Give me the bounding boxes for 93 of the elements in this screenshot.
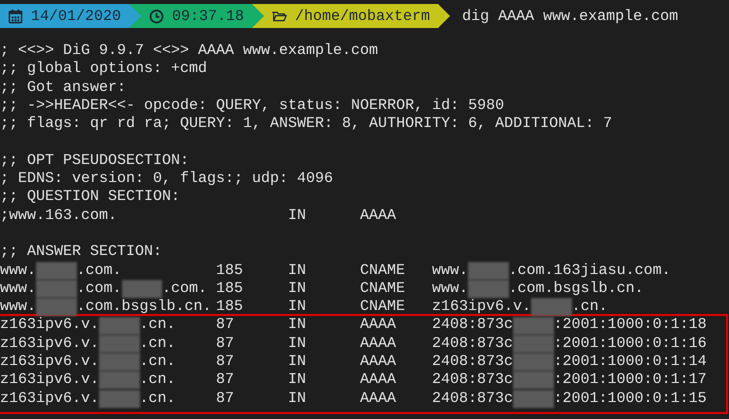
record-data: :2001:1000:0:1:18: [554, 316, 707, 335]
redaction-blur: [36, 280, 77, 298]
record-name: .cn.: [140, 353, 176, 372]
record-name: .com.bsgslb.cn.: [76, 298, 212, 316]
record-class: IN: [288, 316, 308, 335]
record-data: www.: [432, 262, 468, 280]
clock-icon: [149, 8, 164, 24]
prompt-text: /home/mobaxterm: [295, 8, 430, 24]
record-data: 2408:873c: [432, 371, 514, 390]
record-class: IN: [288, 298, 308, 316]
record-name: www.: [0, 262, 36, 280]
output-line: ; EDNS: version: 0, flags:; udp: 4096: [0, 170, 334, 188]
record-name: www.: [0, 298, 36, 316]
record-type: AAAA: [360, 371, 398, 390]
redaction-blur: [99, 334, 140, 353]
output-line: ;; global options: +cmd: [0, 60, 208, 79]
redaction-blur: [99, 353, 140, 372]
record-ttl: 185: [216, 280, 244, 298]
record-type: AAAA: [360, 334, 398, 354]
record-type: AAAA: [360, 206, 398, 225]
record-data: www.: [432, 280, 468, 298]
record-name: z163ipv6.v.: [0, 353, 100, 372]
output-line: ;; flags: qr rd ra; QUERY: 1, ANSWER: 8, AUTHORITY: 6, ADDITIONAL: 7: [0, 115, 614, 134]
record-type: CNAME: [360, 262, 406, 280]
record-data: :2001:1000:0:1:15: [554, 390, 707, 408]
redaction-blur: [122, 280, 162, 298]
calendar-icon: [8, 8, 23, 24]
record-data: .com.163jiasu.com.: [508, 262, 671, 280]
redaction-blur: [513, 390, 554, 408]
record-type: AAAA: [360, 353, 398, 372]
redaction-blur: [99, 371, 140, 390]
record-name: .cn.: [140, 371, 176, 390]
folder-icon: [272, 8, 288, 24]
record-type: CNAME: [360, 280, 406, 298]
record-data: :2001:1000:0:1:17: [554, 371, 707, 390]
record-name: www.: [0, 280, 36, 298]
redaction-blur: [468, 280, 509, 298]
record-data: 2408:873c: [432, 316, 514, 335]
record-data: z163ipv6.v.: [432, 298, 532, 316]
record-name: z163ipv6.v.: [0, 316, 100, 335]
redaction-blur: [513, 353, 554, 372]
record-data: :2001:1000:0:1:14: [554, 353, 707, 372]
record-name: .cn.: [140, 316, 176, 335]
record-class: IN: [288, 334, 308, 354]
output-line: ;; Got answer:: [0, 78, 128, 97]
record-ttl: 87: [216, 316, 236, 335]
record-data: :2001:1000:0:1:16: [554, 334, 707, 354]
redaction-blur: [513, 334, 554, 353]
record-type: CNAME: [360, 298, 406, 316]
redaction-blur: [99, 390, 140, 408]
section-heading: ;; ANSWER SECTION:: [0, 243, 164, 262]
redaction-blur: [36, 262, 77, 280]
record-ttl: 185: [216, 262, 244, 280]
redaction-blur: [468, 262, 509, 280]
section-heading: ;; QUESTION SECTION:: [0, 188, 182, 207]
command-text: dig AAAA www.example.com: [462, 8, 678, 24]
redaction-blur: [531, 298, 572, 316]
record-ttl: 185: [216, 298, 244, 316]
record-class: IN: [288, 262, 308, 280]
record-data: 2408:873c: [432, 353, 514, 372]
output-line: ;; ->>HEADER<<- opcode: QUERY, status: NOERROR, id: 5980: [0, 96, 506, 116]
record-class: IN: [288, 390, 308, 408]
record-class: IN: [288, 353, 308, 372]
prompt-text: 09:37.18: [172, 8, 244, 24]
prompt-text: 14/01/2020: [31, 8, 122, 24]
record-name: z163ipv6.v.: [0, 334, 100, 354]
record-ttl: 87: [216, 353, 236, 372]
record-ttl: 87: [216, 334, 236, 354]
redaction-blur: [513, 371, 554, 390]
record-class: IN: [288, 280, 308, 298]
record-name: .com.: [76, 262, 122, 280]
record-ttl: 87: [216, 371, 236, 390]
record-data: 2408:873c: [432, 390, 514, 408]
record-data: .com.bsgslb.cn.: [508, 280, 644, 298]
record-type: AAAA: [360, 316, 398, 335]
record-class: IN: [288, 371, 308, 390]
output-line: ; <<>> DiG 9.9.7 <<>> AAAA www.example.com: [0, 42, 380, 60]
record-type: AAAA: [360, 390, 398, 408]
redaction-blur: [36, 298, 77, 316]
record-name: z163ipv6.v.: [0, 371, 100, 390]
record-name: z163ipv6.v.: [0, 390, 100, 408]
record-data: 2408:873c: [432, 334, 514, 354]
redaction-blur: [513, 316, 554, 335]
record-name: .cn.: [140, 334, 176, 354]
record-name: .cn.: [140, 390, 176, 408]
record-data: .cn.: [572, 298, 608, 316]
record-name: ;www.163.com.: [0, 206, 118, 225]
record-class: IN: [288, 206, 308, 225]
output-line: ;; OPT PSEUDOSECTION:: [0, 152, 190, 170]
record-ttl: 87: [216, 390, 236, 408]
record-name: .com.: [76, 280, 122, 298]
record-name: .com.: [162, 280, 208, 298]
redaction-blur: [99, 316, 140, 335]
